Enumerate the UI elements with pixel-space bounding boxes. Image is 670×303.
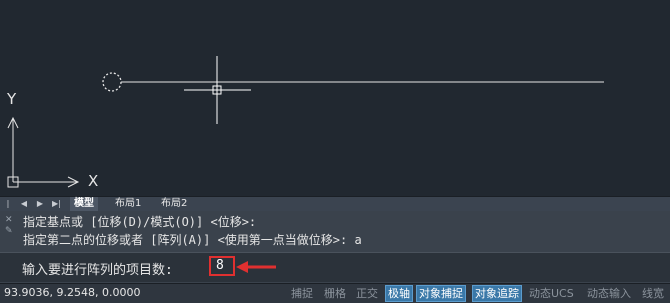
close-icon[interactable]: ✕ (5, 215, 17, 226)
last-layout-icon[interactable]: ▶| (52, 198, 61, 209)
crosshair-cursor-icon (184, 56, 251, 124)
first-layout-icon[interactable]: |◀ (4, 198, 12, 219)
snap-toggle[interactable]: 捕捉 (290, 286, 314, 301)
osnap-toggle[interactable]: 对象捕捉 (416, 285, 466, 302)
drawing-canvas[interactable]: Y X (0, 0, 670, 196)
command-prompt: 输入要进行阵列的项目数: (22, 263, 173, 278)
layout-tab-strip: |◀ ◀ ▶ ▶| 模型 布局1 布局2 (0, 196, 670, 219)
cad-window: Y X |◀ ◀ ▶ ▶| 模型 布局1 布局2 ✕ ✎ 指定基点或 [位移(D… (0, 0, 670, 303)
polar-toggle[interactable]: 极轴 (385, 285, 413, 302)
otrack-toggle[interactable]: 对象追踪 (472, 285, 522, 302)
next-layout-icon[interactable]: ▶ (36, 198, 44, 209)
axis-x-label: X (88, 172, 99, 190)
drawn-circle[interactable] (102, 72, 122, 92)
command-input-row[interactable]: 输入要进行阵列的项目数: 8 (0, 252, 670, 282)
command-line-panel: ✕ ✎ 指定基点或 [位移(D)/模式(O)] <位移>: 指定第二点的位移或者… (0, 211, 670, 283)
coordinate-readout: 93.9036, 9.2548, 0.0000 (4, 286, 141, 299)
ortho-toggle[interactable]: 正交 (355, 286, 379, 301)
grid-toggle[interactable]: 栅格 (323, 286, 347, 301)
ducs-toggle[interactable]: 动态UCS (528, 286, 575, 301)
axis-y-label: Y (7, 90, 17, 108)
status-bar: 93.9036, 9.2548, 0.0000 捕捉 栅格 正交 极轴 对象捕捉… (0, 283, 670, 303)
tab-layout1[interactable]: 布局1 (111, 197, 145, 211)
command-history-line: 指定基点或 [位移(D)/模式(O)] <位移>: (23, 215, 257, 229)
tab-layout2[interactable]: 布局2 (157, 197, 191, 211)
command-input-field[interactable]: 8 (209, 256, 235, 276)
command-panel-controls: ✕ ✎ (5, 215, 17, 255)
canvas-graphics (7, 56, 604, 188)
annotation-arrow-icon (236, 261, 276, 273)
tab-model[interactable]: 模型 (70, 197, 98, 211)
command-history-line: 指定第二点的位移或者 [阵列(A)] <使用第一点当做位移>: a (23, 233, 362, 247)
prev-layout-icon[interactable]: ◀ (20, 198, 28, 209)
ucs-icon (7, 116, 80, 188)
dyn-input-toggle[interactable]: 动态输入 (586, 286, 632, 301)
lineweight-toggle[interactable]: 线宽 (641, 286, 665, 301)
settings-icon[interactable]: ✎ (5, 226, 17, 237)
